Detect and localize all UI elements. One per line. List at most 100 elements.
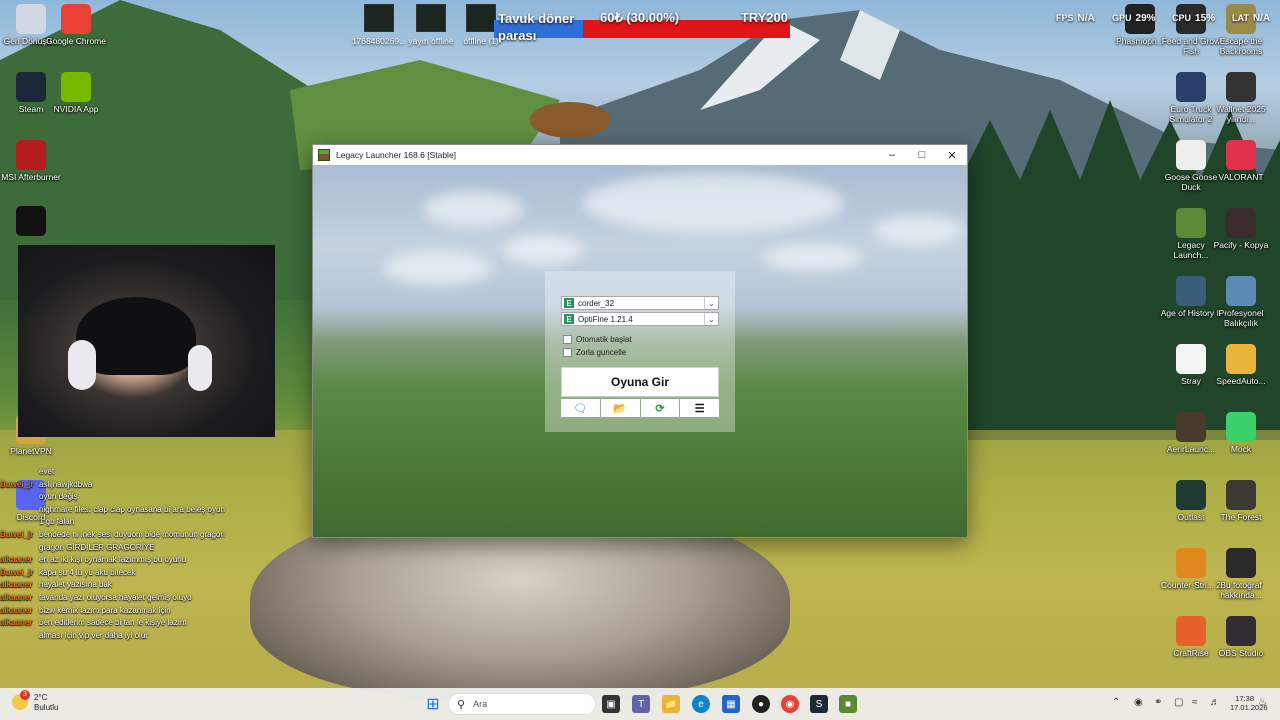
play-button[interactable]: Oyuna Gir (561, 367, 719, 397)
weather-temp: 2°C (34, 693, 48, 702)
checkbox-box[interactable] (563, 348, 572, 357)
network-icon[interactable]: ◉ (1134, 697, 1143, 708)
chat-text: ben editlerim sadece bi tan ie kişiye la… (39, 618, 187, 628)
legacy-launcher-window[interactable]: Legacy Launcher 168.6 [Stable] – □ ✕ E c… (312, 144, 968, 538)
teams-icon[interactable]: T (632, 695, 650, 713)
taskbar-search[interactable]: ⚲ Ara (448, 693, 596, 715)
donation-goal-widget: Tavuk döner parası 60₺ (30.00%) TRY200 (494, 8, 790, 46)
desktop-icon-obs[interactable]: OBS Studio (1210, 616, 1272, 658)
outlast-icon (1176, 480, 1206, 510)
auto-start-checkbox[interactable]: Otomatik başlat (563, 335, 632, 344)
desktop-icon-speedauto[interactable]: SpeedAuto... (1210, 344, 1272, 386)
force-update-checkbox[interactable]: Zorla guncelle (563, 348, 626, 357)
desktop-icon-pacify[interactable]: Pacify - Kopya (1210, 208, 1272, 250)
chat-text: en az iki kişi oynamak lazımmış bu oyunu (39, 555, 187, 565)
perf-label: LAT (1232, 13, 1249, 23)
desktop-icon-mock[interactable]: Mock (1210, 412, 1272, 454)
minecraft-taskbar-icon[interactable]: ■ (839, 695, 857, 713)
chat-text: bendede ni inek sesi duyuom bide momunun… (39, 529, 225, 552)
taskbar: 3 2°C Bulutlu ⊞ ⚲ Ara ▣ T 📁 e ▦ ● ◉ S ■ … (0, 688, 1280, 720)
task-view-icon[interactable]: ▣ (602, 695, 620, 713)
perf-label: GPU (1112, 13, 1132, 23)
chevron-down-icon: ⌄ (704, 313, 718, 325)
desktop-icon-fishing[interactable]: Profesyonel Balıkçılık (1210, 276, 1272, 328)
chevron-down-icon: ⌄ (704, 297, 718, 309)
tray-overflow-icon[interactable]: ⌃ (1112, 697, 1120, 708)
stream-chat: evet Buwei_jr aslijnawjkdbwa oyun değiş nigh… (0, 466, 230, 642)
chat-username: alkaaner (0, 580, 33, 590)
chat-username: Buwei_jr (0, 567, 34, 577)
chrome-icon (61, 4, 91, 34)
perf-cpu: CPU 15% (1172, 13, 1215, 24)
taskbar-clock[interactable]: 17:38 17.01.2026 (1230, 694, 1268, 712)
desktop-icon-label: SpeedAuto... (1216, 376, 1266, 386)
microphone-icon[interactable]: ⚭ (1154, 697, 1162, 708)
refresh-icon[interactable]: ⟳ (640, 399, 680, 417)
perf-value: N/A (1077, 13, 1095, 24)
store-icon[interactable]: ▦ (722, 695, 740, 713)
chat-message: alkaaner hayalet yazısına bak (0, 579, 230, 592)
desktop-icon-wallnet[interactable]: Wallnet 2025 yilindi... (1210, 72, 1272, 124)
desktop-icon-label: The Forest (1220, 512, 1262, 522)
search-icon: ⚲ (457, 698, 466, 711)
rave-icon (16, 206, 46, 236)
launcher-panel: E corder_32 ⌄ E OptiFine 1.21.4 ⌄ Otomat… (545, 271, 735, 432)
weather-widget[interactable]: 3 2°C Bulutlu (12, 690, 58, 713)
perf-label: CPU (1172, 13, 1192, 23)
chat-username: alkaaner (0, 605, 33, 615)
perf-gpu: GPU 29% (1112, 13, 1156, 24)
cloud (503, 235, 583, 265)
perf-value: 15% (1195, 13, 1216, 24)
chrome-taskbar-icon[interactable]: ◉ (781, 695, 799, 713)
account-select[interactable]: E corder_32 ⌄ (561, 296, 719, 310)
chat-text: evet (39, 467, 55, 476)
notification-bell-icon[interactable]: ♨ (1258, 697, 1267, 708)
desktop-icon-rave[interactable] (0, 206, 62, 238)
version-select[interactable]: E OptiFine 1.21.4 ⌄ (561, 312, 719, 326)
obs-icon (1226, 616, 1256, 646)
minimize-button[interactable]: – (877, 145, 907, 165)
checkbox-box[interactable] (563, 335, 572, 344)
menu-icon[interactable]: ☰ (680, 399, 719, 417)
file-explorer-icon[interactable]: 📁 (662, 695, 680, 713)
pacify-icon (1226, 208, 1256, 238)
desktop-icon-afterburner[interactable]: MSI Afterburner (0, 140, 62, 182)
desktop-icon-nvidia[interactable]: NVIDIA App (45, 72, 107, 114)
steam-taskbar-icon[interactable]: S (810, 695, 828, 713)
version-value: OptiFine 1.21.4 (578, 314, 633, 324)
chat-text: alması için vip ver daha iyi olur (39, 630, 148, 640)
afterburner-icon (16, 140, 46, 170)
chat-username: alkaaner (0, 592, 33, 602)
desktop-icon-foto[interactable]: Bu fotoğraf hakkında... (1210, 548, 1272, 600)
chat-message: alkaaner bizw kemik lazım para kazanmak i… (0, 605, 230, 618)
chat-username: alkaaner (0, 555, 33, 565)
webcam-overlay (18, 245, 275, 437)
maximize-button[interactable]: □ (907, 145, 937, 165)
desktop-icon-label: Bu fotoğraf hakkında... (1220, 580, 1262, 600)
chat-message: alkaaner tavanda yazı oluyorsa hayalet ge… (0, 592, 230, 605)
desktop-icon-label: NVIDIA App (53, 104, 99, 114)
notification-badge: 3 (20, 690, 30, 700)
wifi-icon[interactable]: ≈ (1192, 697, 1198, 708)
force-update-label: Zorla guncelle (576, 348, 627, 357)
monitor-icon[interactable]: ▢ (1174, 697, 1183, 708)
edge-icon[interactable]: e (692, 695, 710, 713)
desktop-icon-label: MSI Afterburner (1, 172, 61, 182)
volume-icon[interactable]: ♬ (1210, 697, 1220, 708)
auto-start-label: Otomatik başlat (576, 335, 632, 344)
folder-icon[interactable]: 📂 (600, 399, 640, 417)
cloud (873, 215, 963, 245)
window-titlebar[interactable]: Legacy Launcher 168.6 [Stable] – □ ✕ (313, 145, 967, 165)
desktop-icon-backrooms[interactable]: Escape the Backrooms (1210, 4, 1272, 56)
obs-taskbar-icon[interactable]: ● (752, 695, 770, 713)
desktop-icon-chrome[interactable]: Google Chrome (45, 4, 107, 46)
chat-bubbles-icon[interactable]: 🗨 (561, 399, 600, 417)
close-button[interactable]: ✕ (937, 145, 967, 165)
desktop-icon-forest[interactable]: The Forest (1210, 480, 1272, 522)
chat-message: Buwei_jr aslijnawjkdbwa (0, 479, 230, 492)
aoh-icon (1176, 276, 1206, 306)
windows-start-icon[interactable]: ⊞ (424, 695, 442, 713)
chat-text: kapa şu 4 lü yü aku bitecek (39, 567, 136, 577)
desktop-icon-valorant[interactable]: VALORANT (1210, 140, 1272, 182)
account-e-icon: E (564, 298, 574, 308)
